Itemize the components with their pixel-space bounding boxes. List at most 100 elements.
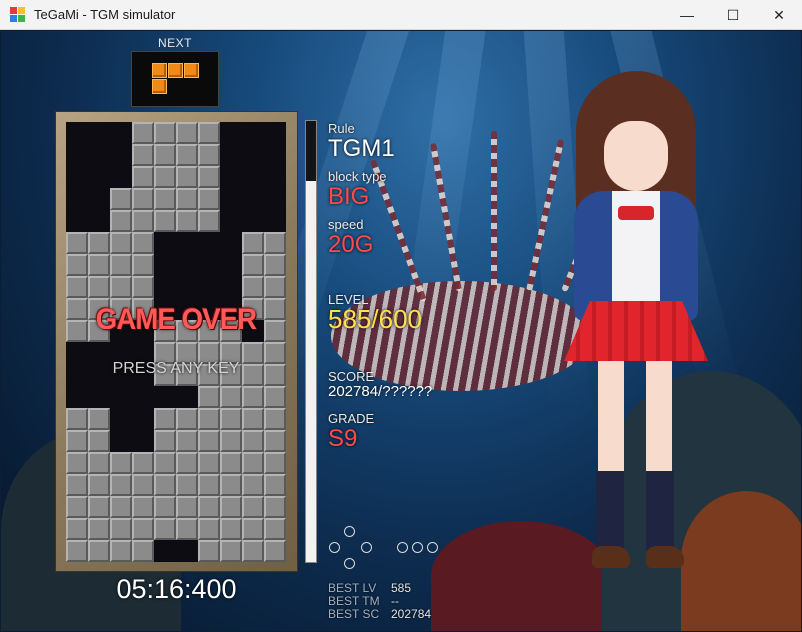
next-label: NEXT — [157, 36, 192, 50]
stack-block — [66, 540, 88, 562]
stack-block — [242, 540, 264, 562]
next-piece-block — [152, 63, 167, 78]
game-screen[interactable]: NEXT GAME OVER PRESS ANY KEY 05:16:400 R… — [1, 31, 801, 631]
character-sock — [596, 471, 624, 551]
stack-block — [66, 276, 88, 298]
stack-block — [66, 474, 88, 496]
stack-block — [88, 276, 110, 298]
stack-block — [110, 210, 132, 232]
best-score-label: BEST SC — [328, 607, 380, 621]
level-gauge — [305, 120, 317, 563]
stack-block — [264, 232, 286, 254]
stack-block — [66, 452, 88, 474]
stack-block — [176, 430, 198, 452]
stack-block — [88, 452, 110, 474]
score-value: 202784/?????? — [328, 383, 433, 400]
stack-block — [264, 540, 286, 562]
character-sock — [646, 471, 674, 551]
stack-block — [110, 232, 132, 254]
stack-block — [110, 474, 132, 496]
timer: 05:16:400 — [116, 574, 237, 604]
stack-block — [264, 276, 286, 298]
stack-block — [132, 452, 154, 474]
stack-block — [88, 430, 110, 452]
speed-label: speed — [328, 217, 364, 232]
stack-block — [176, 188, 198, 210]
input-b-indicator — [412, 542, 423, 553]
stack-block — [66, 408, 88, 430]
stack-block — [88, 540, 110, 562]
stack-block — [176, 144, 198, 166]
stack-block — [198, 452, 220, 474]
input-up-indicator — [344, 526, 355, 537]
stack-block — [220, 474, 242, 496]
stack-block — [88, 474, 110, 496]
grade-label: GRADE — [328, 411, 375, 426]
stack-block — [88, 518, 110, 540]
stack-block — [154, 188, 176, 210]
stack-block — [242, 452, 264, 474]
stack-block — [132, 540, 154, 562]
stack-block — [198, 386, 220, 408]
stack-block — [198, 408, 220, 430]
stack-block — [110, 276, 132, 298]
stack-block — [220, 496, 242, 518]
stack-block — [110, 518, 132, 540]
stack-block — [176, 474, 198, 496]
maximize-button[interactable]: ☐ — [710, 0, 756, 30]
app-icon — [10, 6, 26, 23]
stack-block — [66, 430, 88, 452]
stack-block — [132, 496, 154, 518]
stack-block — [242, 474, 264, 496]
stack-block — [154, 408, 176, 430]
stack-block — [154, 210, 176, 232]
stack-block — [264, 408, 286, 430]
stack-block — [264, 430, 286, 452]
stack-block — [176, 496, 198, 518]
stack-block — [110, 540, 132, 562]
stack-block — [154, 144, 176, 166]
input-c-indicator — [427, 542, 438, 553]
stack-block — [242, 496, 264, 518]
stack-block — [242, 386, 264, 408]
stack-block — [198, 144, 220, 166]
stack-block — [220, 518, 242, 540]
stack-block — [154, 122, 176, 144]
level-gauge-fill — [306, 121, 316, 182]
level-value: 585/600 — [328, 304, 422, 334]
stack-block — [66, 496, 88, 518]
window-title: TeGaMi - TGM simulator — [34, 7, 176, 22]
stack-block — [132, 276, 154, 298]
stack-block — [88, 408, 110, 430]
stack-block — [220, 452, 242, 474]
grade-value: S9 — [328, 425, 358, 452]
stack-block — [198, 166, 220, 188]
character-illustration — [556, 71, 716, 591]
next-piece-box — [131, 51, 219, 107]
stack-block — [176, 452, 198, 474]
minimize-button[interactable]: — — [664, 0, 710, 30]
best-score-value: 202784 — [391, 607, 432, 621]
game-over-text: GAME OVER — [95, 303, 257, 336]
stack-block — [132, 518, 154, 540]
stack-block — [198, 210, 220, 232]
stack-block — [88, 496, 110, 518]
stack-block — [264, 386, 286, 408]
stack-block — [220, 386, 242, 408]
lionfish-fin — [491, 131, 497, 291]
stack-block — [198, 518, 220, 540]
stack-block — [88, 232, 110, 254]
input-left-indicator — [329, 542, 340, 553]
stack-block — [132, 232, 154, 254]
stack-block — [154, 474, 176, 496]
stack-block — [66, 518, 88, 540]
stack-block — [66, 254, 88, 276]
press-any-key-text: PRESS ANY KEY — [112, 360, 240, 377]
best-time-label: BEST TM — [328, 594, 380, 608]
close-button[interactable]: ✕ — [756, 0, 802, 30]
block-type-value: BIG — [328, 183, 370, 210]
stack-block — [242, 430, 264, 452]
stack-block — [176, 408, 198, 430]
stack-block — [198, 430, 220, 452]
stack-block — [198, 474, 220, 496]
